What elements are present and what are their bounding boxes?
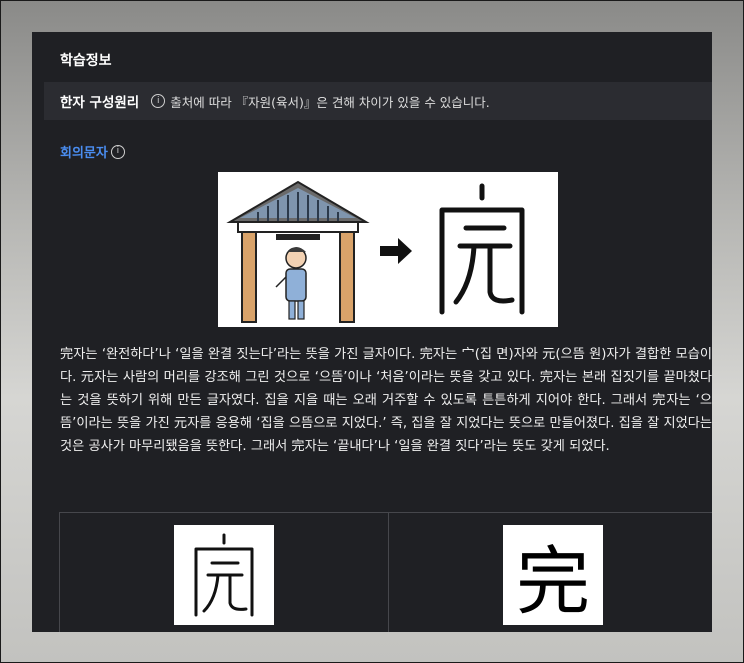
- panel-title: 학습정보: [60, 53, 112, 69]
- source-notice-text: 출처에 따라 『자원(육서)』은 견해 차이가 있을 수 있습니다.: [170, 94, 490, 110]
- etymology-illustration: [218, 172, 558, 327]
- character-forms-grid: 完: [59, 512, 712, 632]
- info-icon[interactable]: i: [110, 144, 125, 159]
- seal-script-glyph: [174, 525, 274, 625]
- classification-row: 회의문자 i: [60, 142, 125, 161]
- seal-script-cell: [60, 513, 389, 632]
- kaishu-character: 完: [516, 538, 590, 625]
- etymology-description: 完자는 ‘완전하다’나 ‘일을 완결 짓는다’라는 뜻을 가진 글자이다. 完자…: [60, 347, 712, 454]
- composition-label: 한자 구성원리: [60, 95, 140, 111]
- seal-script-character-image: [194, 533, 254, 617]
- info-icon[interactable]: i: [151, 94, 166, 108]
- classification-label[interactable]: 회의문자: [60, 142, 108, 161]
- regular-script-glyph: 完: [503, 525, 603, 625]
- regular-script-cell: 完: [389, 513, 712, 632]
- learning-info-panel: 학습정보 한자 구성원리 i 출처에 따라 『자원(육서)』은 견해 차이가 있…: [32, 32, 712, 632]
- house-person-to-seal-character-image: [226, 180, 525, 323]
- composition-info-bar: 한자 구성원리 i 출처에 따라 『자원(육서)』은 견해 차이가 있을 수 있…: [44, 82, 712, 120]
